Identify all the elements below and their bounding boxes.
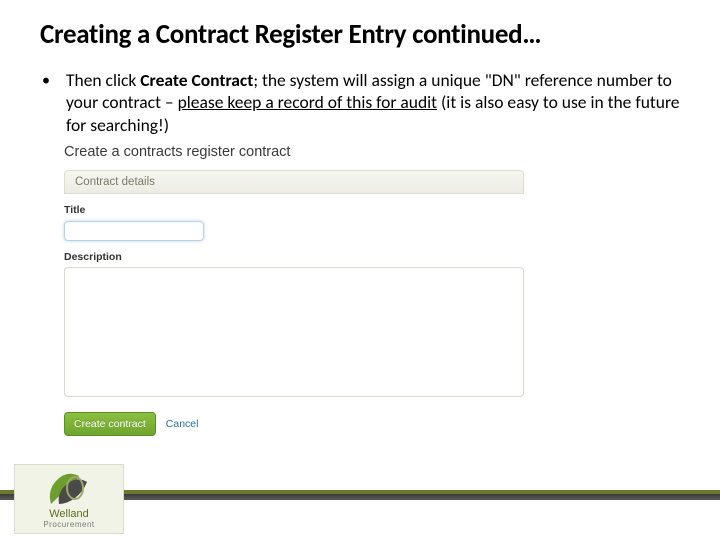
form-heading: Create a contracts register contract [64,144,524,160]
logo-text-1: Welland [49,508,89,520]
form-screenshot: Create a contracts register contract Con… [64,144,524,436]
button-row: Create contract Cancel [64,412,524,436]
description-label: Description [64,251,524,263]
bullet-marker: • [42,71,50,90]
cancel-link[interactable]: Cancel [166,418,199,430]
logo-text-2: Procurement [43,520,94,529]
description-input[interactable] [64,267,524,397]
title-label: Title [64,204,524,216]
slide-title: Creating a Contract Register Entry conti… [40,18,680,51]
bullet-item: • Then click Create Contract; the system… [42,69,680,136]
bullet-text: Then click Create Contract; the system w… [66,69,680,136]
create-contract-button[interactable]: Create contract [64,412,156,436]
logo: Welland Procurement [14,464,124,534]
title-input[interactable] [64,221,204,241]
panel-header: Contract details [64,170,524,194]
logo-icon [45,470,93,510]
